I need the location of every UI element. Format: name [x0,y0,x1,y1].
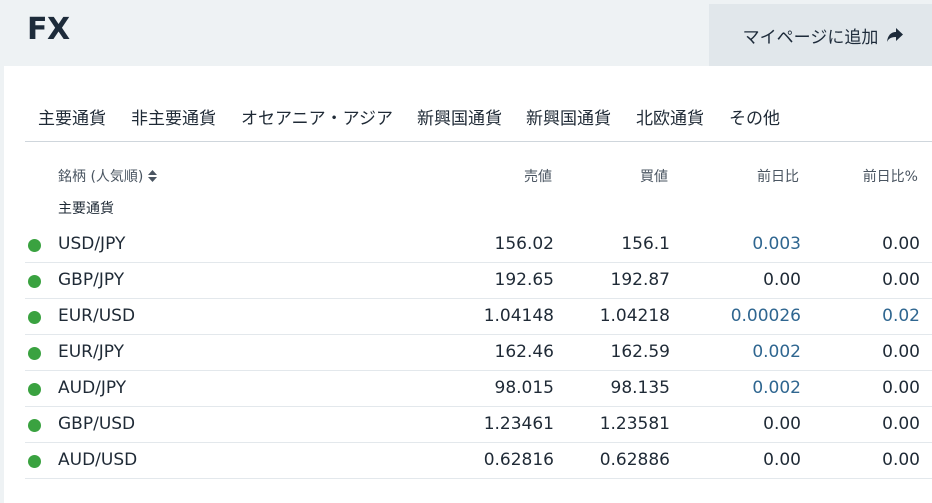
sell-price: 98.015 [494,378,554,398]
sell-price: 1.04148 [483,306,554,326]
market-status-dot [28,455,41,468]
change-pct-value: 0.00 [882,270,920,290]
buy-price: 162.59 [610,342,670,362]
symbol-link[interactable]: EUR/JPY [58,342,124,362]
symbol-link[interactable]: GBP/JPY [58,270,124,290]
column-header-buy: 買値 [640,169,668,185]
market-status-dot [28,311,41,324]
tab-oceania-asia[interactable]: オセアニア・アジア [241,104,393,130]
symbol-link[interactable]: USD/JPY [58,234,125,254]
market-status-dot [28,419,41,432]
change-pct-value: 0.00 [882,450,920,470]
symbol-link[interactable]: AUD/USD [58,450,137,470]
buy-price: 156.1 [621,234,670,254]
add-to-mypage-button[interactable]: マイページに追加 [709,4,932,66]
market-status-dot [28,383,41,396]
column-header-change-pct: 前日比% [862,169,918,185]
add-to-mypage-label: マイページに追加 [742,27,879,48]
column-header-name[interactable]: 銘柄 (人気順) [58,166,158,186]
sell-price: 156.02 [494,234,554,254]
tab-major[interactable]: 主要通貨 [38,104,106,130]
tab-nordic[interactable]: 北欧通貨 [636,104,704,130]
change-pct-value: 0.00 [882,234,920,254]
group-label: 主要通貨 [58,201,114,217]
change-value: 0.00 [763,450,801,470]
buy-price: 98.135 [610,378,670,398]
change-pct-value: 0.00 [882,378,920,398]
table-row[interactable]: USD/JPY 156.02 156.1 0.003 0.00 [25,227,932,263]
tab-emerging-1[interactable]: 新興国通貨 [417,104,502,130]
change-value: 0.003 [752,234,801,254]
change-pct-value: 0.02 [882,306,920,326]
share-arrow-icon [886,27,904,43]
tab-minor[interactable]: 非主要通貨 [131,104,216,130]
table-row[interactable]: GBP/USD 1.23461 1.23581 0.00 0.00 [25,407,932,443]
tab-emerging-2[interactable]: 新興国通貨 [526,104,611,130]
sell-price: 192.65 [494,270,554,290]
change-value: 0.00026 [730,306,801,326]
table-row[interactable]: EUR/USD 1.04148 1.04218 0.00026 0.02 [25,299,932,335]
sell-price: 1.23461 [483,414,554,434]
table-row[interactable]: GBP/JPY 192.65 192.87 0.00 0.00 [25,263,932,299]
fx-table-body: USD/JPY 156.02 156.1 0.003 0.00 GBP/JPY 192.65… [25,227,932,479]
tab-other[interactable]: その他 [729,104,780,130]
symbol-link[interactable]: AUD/JPY [58,378,126,398]
change-value: 0.002 [752,342,801,362]
buy-price: 192.87 [610,270,670,290]
change-value: 0.00 [763,414,801,434]
sell-price: 162.46 [494,342,554,362]
currency-tabs: 主要通貨 非主要通貨 オセアニア・アジア 新興国通貨 新興国通貨 北欧通貨 その… [38,104,780,130]
column-header-sell: 売値 [524,169,552,185]
change-pct-value: 0.00 [882,414,920,434]
buy-price: 1.23581 [599,414,670,434]
market-status-dot [28,347,41,360]
fx-panel: 主要通貨 非主要通貨 オセアニア・アジア 新興国通貨 新興国通貨 北欧通貨 その… [4,66,932,503]
sell-price: 0.62816 [483,450,554,470]
change-value: 0.00 [763,270,801,290]
sort-icon [147,169,158,183]
change-value: 0.002 [752,378,801,398]
buy-price: 1.04218 [599,306,670,326]
tab-divider [25,141,932,142]
table-row[interactable]: EUR/JPY 162.46 162.59 0.002 0.00 [25,335,932,371]
market-status-dot [28,239,41,252]
change-pct-value: 0.00 [882,342,920,362]
symbol-link[interactable]: EUR/USD [58,306,135,326]
column-header-name-label: 銘柄 (人気順) [58,169,144,185]
page-title: FX [27,12,70,47]
market-status-dot [28,275,41,288]
symbol-link[interactable]: GBP/USD [58,414,135,434]
table-row[interactable]: AUD/USD 0.62816 0.62886 0.00 0.00 [25,443,932,479]
buy-price: 0.62886 [599,450,670,470]
table-row[interactable]: AUD/JPY 98.015 98.135 0.002 0.00 [25,371,932,407]
column-header-change: 前日比 [757,169,799,185]
